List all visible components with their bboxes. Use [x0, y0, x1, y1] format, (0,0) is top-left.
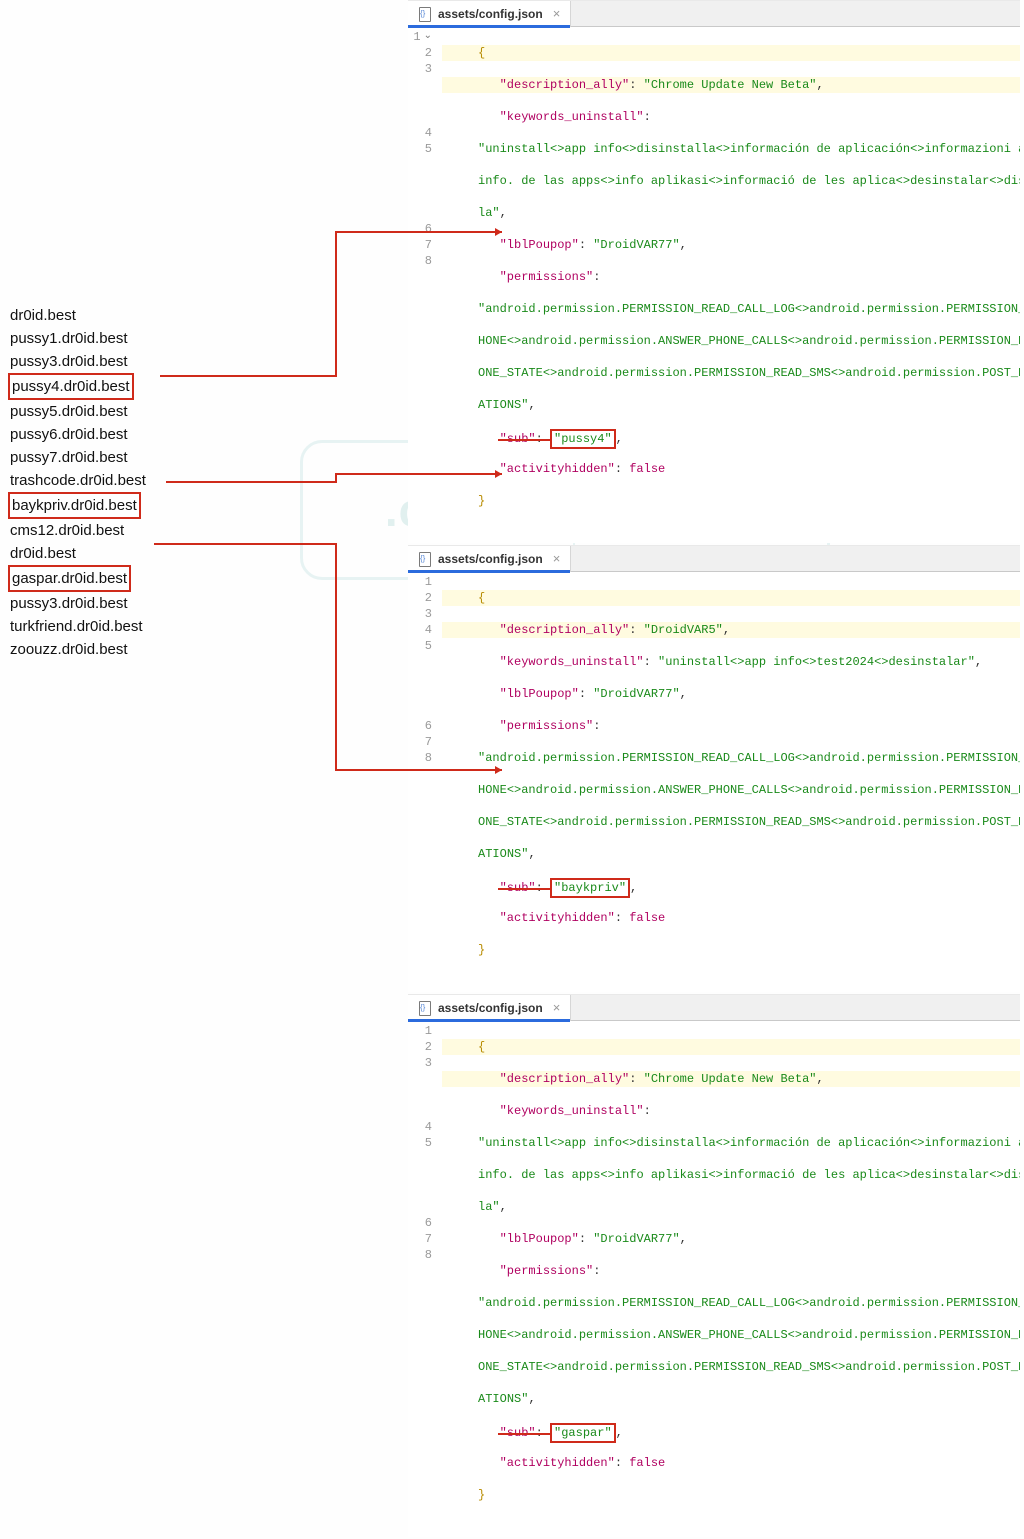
json-file-icon	[418, 1001, 432, 1015]
host-entry: gaspar.dr0id.best	[8, 565, 131, 592]
tab-filename: assets/config.json	[438, 1001, 543, 1015]
json-file-icon	[418, 552, 432, 566]
tab-bar: assets/config.json ×	[408, 995, 1020, 1021]
sub-value-box: "pussy4"	[550, 429, 616, 449]
editor-pane-2: assets/config.json × 1 2 3 4 5 6 7 8 {	[408, 545, 1020, 992]
gutter: 1⌄ 2 3 4 5 6 7 8	[408, 27, 438, 543]
host-entry: pussy7.dr0id.best	[8, 446, 208, 469]
tab-config-json[interactable]: assets/config.json ×	[408, 546, 571, 572]
code-area-1[interactable]: 1⌄ 2 3 4 5 6 7 8 { "description_ally": "…	[408, 27, 1020, 543]
sub-key: "sub"	[500, 1426, 536, 1440]
tab-filename: assets/config.json	[438, 7, 543, 21]
host-entry: pussy3.dr0id.best	[8, 592, 208, 615]
code-area-2[interactable]: 1 2 3 4 5 6 7 8 { "description_ally": "D…	[408, 572, 1020, 992]
host-entry: pussy3.dr0id.best	[8, 350, 208, 373]
sub-key: "sub"	[500, 432, 536, 446]
host-list: dr0id.bestpussy1.dr0id.bestpussy3.dr0id.…	[8, 304, 208, 661]
gutter: 1 2 3 4 5 6 7 8	[408, 572, 438, 992]
host-entry: pussy5.dr0id.best	[8, 400, 208, 423]
tab-filename: assets/config.json	[438, 552, 543, 566]
editor-pane-1: assets/config.json × 1⌄ 2 3 4 5 6 7	[408, 0, 1020, 543]
sub-value-box: "gaspar"	[550, 1423, 616, 1443]
host-entry: trashcode.dr0id.best	[8, 469, 208, 492]
host-entry: turkfriend.dr0id.best	[8, 615, 208, 638]
host-entry: dr0id.best	[8, 542, 208, 565]
code-area-3[interactable]: 1 2 3 4 5 6 7 8 { "description_ally": "C…	[408, 1021, 1020, 1537]
close-icon[interactable]: ×	[553, 1001, 561, 1014]
host-entry: dr0id.best	[8, 304, 208, 327]
tab-bar: assets/config.json ×	[408, 546, 1020, 572]
host-entry: baykpriv.dr0id.best	[8, 492, 141, 519]
tab-config-json[interactable]: assets/config.json ×	[408, 995, 571, 1021]
host-entry: pussy6.dr0id.best	[8, 423, 208, 446]
json-file-icon	[418, 7, 432, 21]
host-entry: zoouzz.dr0id.best	[8, 638, 208, 661]
gutter: 1 2 3 4 5 6 7 8	[408, 1021, 438, 1537]
tab-bar: assets/config.json ×	[408, 1, 1020, 27]
close-icon[interactable]: ×	[553, 7, 561, 20]
editor-pane-3: assets/config.json × 1 2 3 4 5 6 7	[408, 994, 1020, 1537]
host-entry: pussy1.dr0id.best	[8, 327, 208, 350]
close-icon[interactable]: ×	[553, 552, 561, 565]
sub-key: "sub"	[500, 881, 536, 895]
host-entry: pussy4.dr0id.best	[8, 373, 134, 400]
tab-config-json[interactable]: assets/config.json ×	[408, 1, 571, 27]
host-entry: cms12.dr0id.best	[8, 519, 208, 542]
sub-value-box: "baykpriv"	[550, 878, 630, 898]
